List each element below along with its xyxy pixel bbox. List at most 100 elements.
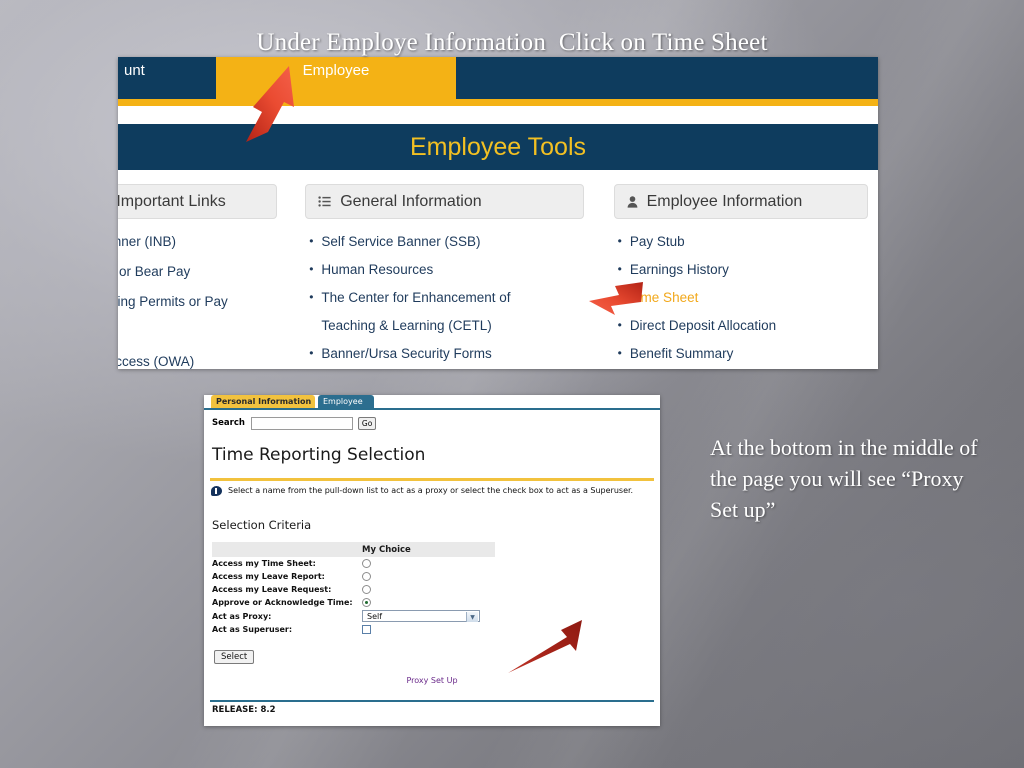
tab-employee[interactable]: Employee — [318, 395, 374, 408]
bullet-icon: • — [309, 234, 314, 248]
arrow-pointing-employee-tab — [246, 66, 294, 142]
info-icon — [211, 486, 222, 496]
select-value: Self — [367, 611, 383, 621]
card-header-label: Employee Information — [646, 192, 803, 210]
link-label: Human Resources — [321, 262, 434, 277]
column-employee-information: Employee Information • Pay Stub • Earnings… — [604, 184, 878, 369]
link-label-pay-stub: Pay Stub — [629, 234, 685, 249]
arrow-pointing-proxy-set-up — [508, 620, 582, 673]
table-row: Access my Leave Report: — [212, 570, 495, 583]
card-header-label: General Information — [340, 192, 482, 210]
column-general-information: General Information • Self Service Banner… — [295, 184, 593, 369]
search-input[interactable] — [250, 416, 353, 430]
info-message-text: Select a name from the pull-down list to… — [228, 486, 634, 495]
list-item[interactable]: •ill or Bear Pay — [118, 263, 277, 280]
link-label: Teaching & Learning (CETL) — [321, 318, 492, 333]
list-item-continuation[interactable]: •Teaching & Learning (CETL) — [309, 317, 583, 334]
table-row: Approve or Acknowledge Time: — [212, 596, 495, 609]
select-button[interactable]: Select — [214, 650, 255, 664]
bullet-icon: • — [309, 290, 314, 304]
list-item[interactable]: •Access (OWA) — [118, 353, 277, 369]
proxy-set-up-link[interactable]: Proxy Set Up — [204, 676, 660, 685]
list-item[interactable]: • Earnings History — [618, 261, 868, 278]
nav-filler — [456, 57, 878, 99]
table-row: Access my Time Sheet: — [212, 557, 495, 570]
link-label: Banner/Ursa Security Forms — [321, 346, 492, 361]
link-label: rking Permits or Pay — [118, 294, 228, 309]
table-row: Act as Proxy: Self ▼ — [212, 609, 495, 623]
radio-access-leave-request[interactable] — [362, 585, 371, 594]
row-control — [356, 583, 495, 596]
row-label-approve-acknowledge-time: Approve or Acknowledge Time: — [212, 598, 353, 607]
column-important-links: e Important Links •anner (INB) •ill or B… — [118, 184, 287, 369]
caption-proxy-setup: At the bottom in the middle of the page … — [710, 435, 978, 522]
list-icon — [318, 196, 331, 207]
link-list-general-information: • Self Service Banner (SSB) • Human Resour… — [305, 233, 583, 362]
bullet-icon: • — [309, 346, 314, 360]
list-item[interactable]: • Banner/Ursa Security Forms — [309, 345, 583, 362]
link-label: anner (INB) — [118, 234, 176, 249]
bullet-icon: • — [617, 262, 622, 276]
table-row: Act as Superuser: — [212, 623, 495, 636]
list-item[interactable]: • Pay Stub — [618, 233, 868, 250]
link-label: Access (OWA) — [118, 354, 195, 369]
select-act-as-proxy[interactable]: Self ▼ — [362, 610, 480, 622]
list-item-time-sheet[interactable]: •Time Sheet — [618, 289, 868, 306]
bullet-icon: • — [617, 346, 622, 360]
card-header-general-information[interactable]: General Information — [305, 184, 584, 219]
radio-access-time-sheet[interactable] — [362, 559, 371, 568]
list-item[interactable]: • The Center for Enhancement of — [309, 289, 583, 306]
bullet-icon: • — [617, 234, 622, 248]
list-item[interactable]: • Self Service Banner (SSB) — [309, 233, 583, 250]
row-label-act-as-proxy: Act as Proxy: — [212, 611, 272, 621]
table-header-my-choice: My Choice — [356, 542, 495, 557]
link-label: Self Service Banner (SSB) — [321, 234, 481, 249]
list-item[interactable]: •anner (INB) — [118, 233, 277, 250]
bullet-icon: • — [309, 262, 314, 276]
row-label-act-as-superuser: Act as Superuser: — [212, 625, 293, 634]
card-header-important-links[interactable]: e Important Links — [118, 184, 278, 219]
tab-personal-information[interactable]: Personal Information — [211, 395, 315, 408]
table-row: Access my Leave Request: — [212, 583, 495, 596]
radio-approve-acknowledge-time[interactable] — [362, 598, 371, 607]
list-item[interactable]: • Direct Deposit Allocation — [618, 317, 868, 334]
row-label-access-leave-report: Access my Leave Report: — [212, 572, 325, 581]
card-header-employee-information[interactable]: Employee Information — [613, 184, 869, 219]
search-bar: Search Go — [204, 410, 660, 434]
link-label-benefit-summary: Benefit Summary — [629, 346, 734, 361]
row-control — [356, 570, 495, 583]
page-title: Time Reporting Selection — [212, 445, 426, 465]
link-label-direct-deposit: Direct Deposit Allocation — [629, 318, 777, 333]
search-go-button[interactable]: Go — [357, 416, 377, 430]
chevron-down-icon: ▼ — [466, 612, 478, 622]
checkbox-act-as-superuser[interactable] — [362, 625, 371, 634]
row-control — [356, 623, 495, 636]
slide-title: Under Employe Information Click on Time … — [256, 29, 768, 56]
radio-access-leave-report[interactable] — [362, 572, 371, 581]
table-header-row: My Choice — [212, 542, 495, 557]
employee-tools-body: e Important Links •anner (INB) •ill or B… — [118, 170, 878, 369]
list-item[interactable]: • Benefit Summary — [618, 345, 868, 362]
info-message-bar: Select a name from the pull-down list to… — [204, 481, 660, 496]
table-header-blank — [212, 542, 356, 557]
time-reporting-screenshot: Personal Information Employee Search Go … — [204, 395, 660, 726]
section-title-selection-criteria: Selection Criteria — [212, 518, 312, 532]
list-item[interactable]: • Human Resources — [309, 261, 583, 278]
list-item[interactable]: •rking Permits or Pay — [118, 293, 277, 310]
row-label-access-time-sheet: Access my Time Sheet: — [212, 559, 316, 568]
release-label: RELEASE: 8.2 — [212, 705, 276, 715]
arrow-pointing-time-sheet — [589, 282, 643, 315]
link-label: The Center for Enhancement of — [321, 290, 511, 305]
employee-tools-title: Employee Tools — [409, 132, 587, 161]
nav-tab-account[interactable]: unt — [118, 57, 216, 99]
card-header-label: e Important Links — [118, 192, 226, 210]
footer-divider — [210, 700, 654, 702]
list-item[interactable]: •e — [118, 323, 277, 340]
row-control — [356, 557, 495, 570]
row-control — [356, 596, 495, 609]
search-label: Search — [212, 418, 245, 428]
link-label: ill or Bear Pay — [118, 264, 191, 279]
link-list-employee-information: •Pay Stub •Earnings History •Time Sheet … — [614, 233, 868, 362]
row-label-access-leave-request: Access my Leave Request: — [212, 585, 332, 594]
person-icon — [627, 195, 638, 208]
